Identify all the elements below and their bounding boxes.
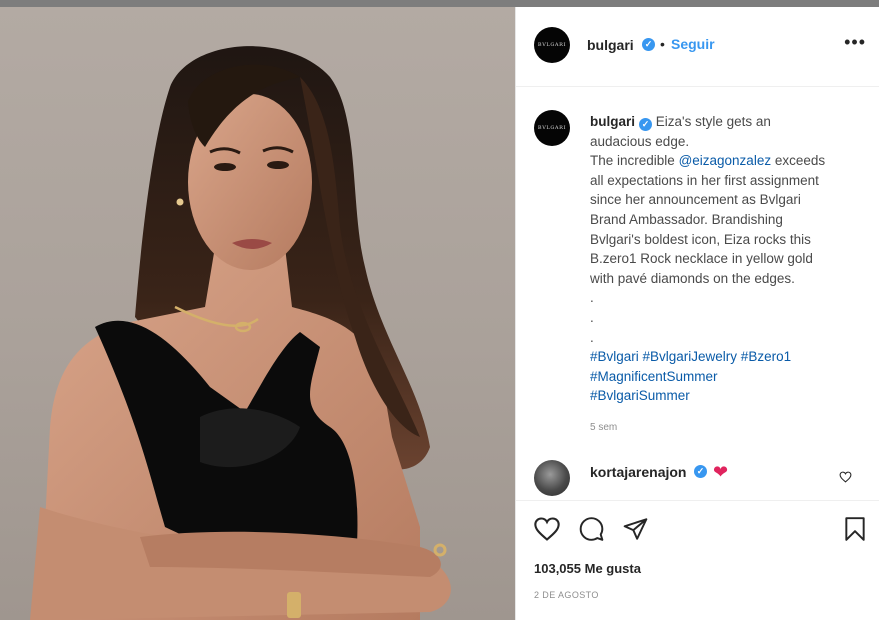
red-heart-emoji: ❤ xyxy=(713,462,729,482)
caption-text: Brand Ambassador. Brandishing xyxy=(590,211,783,227)
commenter-username[interactable]: kortajarenajon xyxy=(590,464,686,480)
hashtag-links[interactable]: #MagnificentSummer xyxy=(590,369,718,384)
verified-badge-icon: ✓ xyxy=(694,465,707,478)
caption-line: all expectations in her first assignment xyxy=(590,171,868,191)
caption-line: The incredible @eizagonzalez exceeds xyxy=(590,151,868,171)
caption-text: since her announcement as Bvlgari xyxy=(590,192,801,208)
caption-text: . xyxy=(590,290,594,306)
caption-text: . xyxy=(590,329,594,345)
caption-line: . xyxy=(590,308,868,328)
verified-badge-icon: ✓ xyxy=(642,38,655,51)
avatar-logo-text: BVLGARI xyxy=(537,125,567,131)
caption-text: The incredible xyxy=(590,153,679,169)
caption-avatar[interactable]: BVLGARI xyxy=(534,110,570,146)
caption-line: audacious edge. xyxy=(590,132,868,152)
caption-text: Eiza's style gets an xyxy=(652,114,771,129)
caption-line: . xyxy=(590,288,868,308)
caption-line: Bvlgari's boldest icon, Eiza rocks this xyxy=(590,230,868,250)
caption-line: . xyxy=(590,328,868,348)
verified-badge-icon: ✓ xyxy=(639,118,653,131)
post-caption: bulgari ✓ Eiza's style gets an audacious e… xyxy=(590,112,868,406)
caption-line: bulgari ✓ Eiza's style gets an xyxy=(590,112,868,132)
caption-line: since her announcement as Bvlgari xyxy=(590,190,868,210)
share-paper-plane-icon[interactable] xyxy=(622,516,649,542)
caption-text: Bvlgari's boldest icon, Eiza rocks this xyxy=(590,231,811,247)
save-bookmark-icon[interactable] xyxy=(843,516,867,542)
commenter-avatar[interactable] xyxy=(534,460,570,496)
caption-username[interactable]: bulgari xyxy=(590,114,635,129)
like-heart-icon[interactable] xyxy=(533,516,561,542)
post-age[interactable]: 5 sem xyxy=(590,422,617,433)
mention-link[interactable]: @eizagonzalez xyxy=(679,153,772,168)
comment-row: kortajarenajon ✓ ❤ xyxy=(516,450,879,500)
bulgari-avatar[interactable]: BVLGARI xyxy=(534,27,570,63)
caption-line: Brand Ambassador. Brandishing xyxy=(590,210,868,230)
avatar-logo-text: BVLGARI xyxy=(537,42,567,48)
caption-text: with pavé diamonds on the edges. xyxy=(590,270,795,286)
post-detail-panel: BVLGARI bulgari ✓ • Seguir ••• BVLGARI b… xyxy=(515,7,879,620)
caption-text: B.zero1 Rock necklace in yellow gold xyxy=(590,251,813,267)
caption-section: BVLGARI bulgari ✓ Eiza's style gets an aud… xyxy=(516,88,879,443)
browser-top-strip xyxy=(0,0,879,7)
caption-text: all expectations in her first assignment xyxy=(590,172,819,188)
comment-bubble-icon[interactable] xyxy=(578,516,605,542)
more-options-icon[interactable]: ••• xyxy=(844,33,866,51)
post-photo[interactable] xyxy=(0,7,515,620)
caption-line: #MagnificentSummer xyxy=(590,367,868,387)
caption-line: #BvlgariSummer xyxy=(590,386,868,406)
caption-text: audacious edge. xyxy=(590,133,690,149)
caption-line: B.zero1 Rock necklace in yellow gold xyxy=(590,249,868,269)
likes-label: Me gusta xyxy=(584,561,641,576)
post-header: BVLGARI bulgari ✓ • Seguir ••• xyxy=(516,7,879,87)
separator-dot: • xyxy=(660,36,665,52)
hashtag-links[interactable]: #Bvlgari #BvlgariJewelry #Bzero1 xyxy=(590,349,791,364)
caption-line: #Bvlgari #BvlgariJewelry #Bzero1 xyxy=(590,347,868,367)
post-actions: 103,055 Me gusta 2 DE AGOSTO xyxy=(516,500,879,620)
likes-count[interactable]: 103,055 Me gusta xyxy=(534,561,641,576)
caption-text: . xyxy=(590,309,594,325)
post-date: 2 DE AGOSTO xyxy=(534,590,599,600)
post-username[interactable]: bulgari xyxy=(587,37,634,53)
caption-line: with pavé diamonds on the edges. xyxy=(590,269,868,289)
likes-number: 103,055 xyxy=(534,561,581,576)
portrait-illustration xyxy=(30,46,451,620)
follow-button[interactable]: Seguir xyxy=(671,36,715,52)
comment-like-icon[interactable] xyxy=(839,471,852,483)
hashtag-links[interactable]: #BvlgariSummer xyxy=(590,388,690,403)
caption-text: exceeds xyxy=(771,153,826,169)
